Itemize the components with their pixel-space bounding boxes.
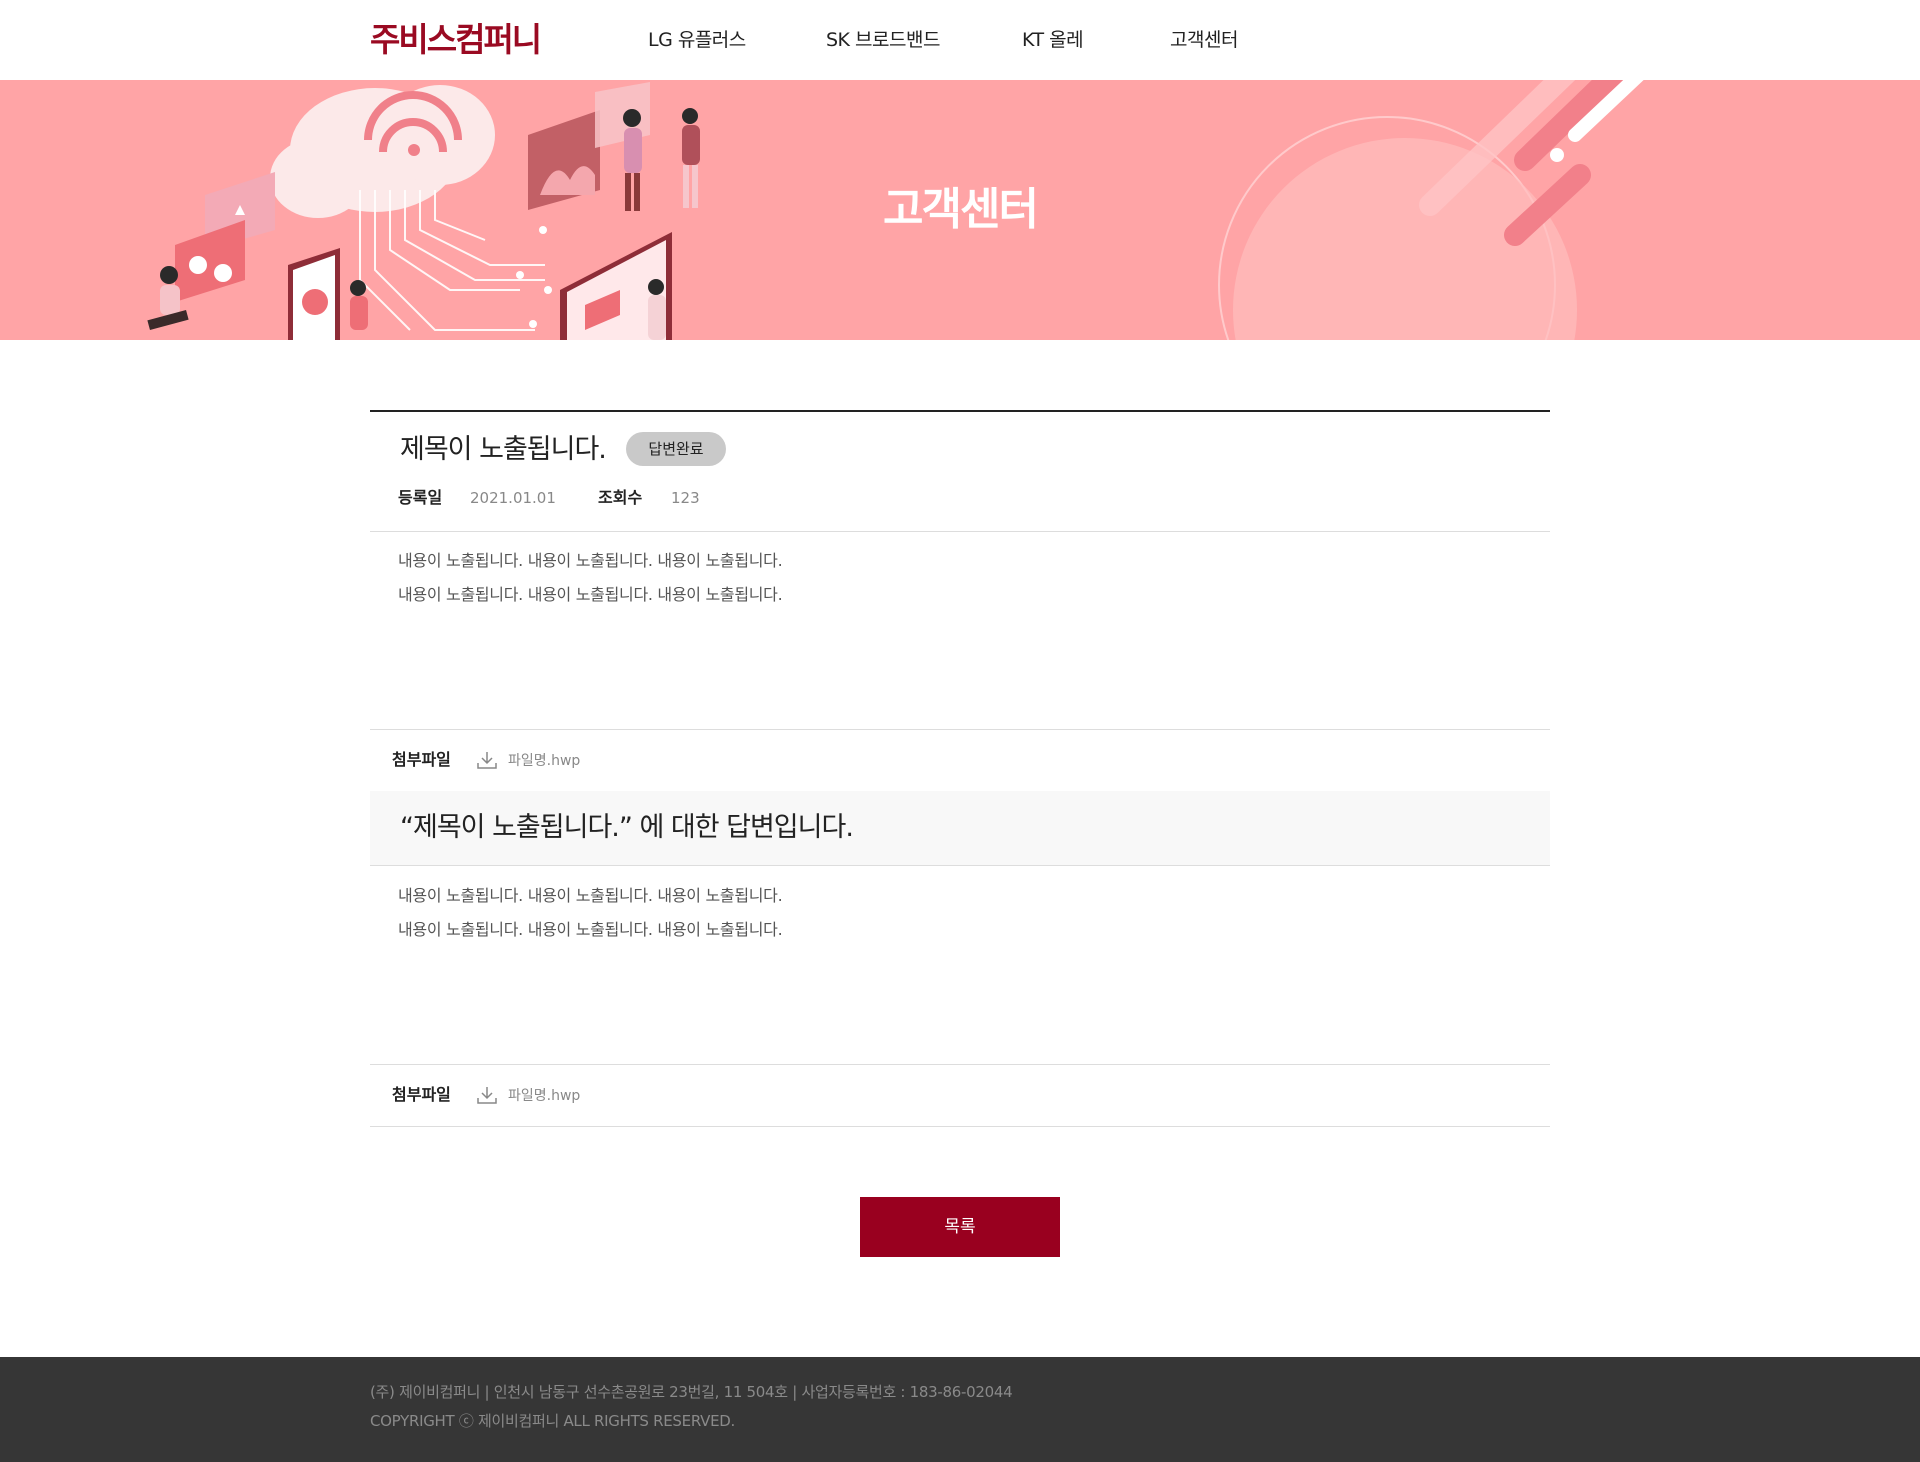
company-info: (주) 제이비컴퍼니 | 인천시 남동구 선수촌공원로 23번길, 11 504… [370, 1383, 1013, 1401]
banner-title: 고객센터 [883, 184, 1039, 235]
download-icon[interactable] [476, 749, 498, 771]
site-logo[interactable]: 주비스컴퍼니 [370, 18, 542, 62]
divider [370, 1064, 1550, 1065]
page-banner: 고객센터 [0, 80, 1920, 340]
divider [370, 410, 1550, 412]
nav-item-lg-uplus[interactable]: LG 유플러스 [648, 0, 746, 80]
site-footer: (주) 제이비컴퍼니 | 인천시 남동구 선수촌공원로 23번길, 11 504… [0, 1357, 1920, 1462]
date-value: 2021.01.01 [470, 489, 556, 507]
answer-header: “제목이 노출됩니다.” 에 대한 답변입니다. [370, 791, 1550, 866]
divider [370, 729, 1550, 730]
post-title: 제목이 노출됩니다. [400, 434, 607, 465]
nav-item-sk-broadband[interactable]: SK 브로드밴드 [826, 0, 940, 80]
attach-label: 첨부파일 [392, 750, 451, 769]
status-badge: 답변완료 [626, 432, 726, 466]
views-value: 123 [671, 489, 700, 507]
answer-title: “제목이 노출됩니다.” 에 대한 답변입니다. [400, 812, 854, 843]
list-button[interactable]: 목록 [860, 1197, 1060, 1257]
attach-label: 첨부파일 [392, 1085, 451, 1104]
answer-body-line: 내용이 노출됩니다. 내용이 노출됩니다. 내용이 노출됩니다. [398, 886, 783, 905]
nav-item-kt-olleh[interactable]: KT 올레 [1022, 0, 1084, 80]
views-label: 조회수 [598, 488, 643, 507]
date-label: 등록일 [398, 488, 443, 507]
download-icon[interactable] [476, 1084, 498, 1106]
copyright: COPYRIGHT ⓒ 제이비컴퍼니 ALL RIGHTS RESERVED. [370, 1412, 735, 1430]
divider [370, 531, 1550, 532]
divider [370, 1126, 1550, 1127]
nav-item-customer-center[interactable]: 고객센터 [1170, 0, 1238, 80]
post-body-line: 내용이 노출됩니다. 내용이 노출됩니다. 내용이 노출됩니다. [398, 551, 783, 570]
site-header: 주비스컴퍼니 LG 유플러스 SK 브로드밴드 KT 올레 고객센터 [0, 0, 1920, 80]
attachment-link[interactable]: 파일명.hwp [508, 749, 580, 773]
answer-body-line: 내용이 노출됩니다. 내용이 노출됩니다. 내용이 노출됩니다. [398, 920, 783, 939]
attachment-link[interactable]: 파일명.hwp [508, 1084, 580, 1108]
post-body-line: 내용이 노출됩니다. 내용이 노출됩니다. 내용이 노출됩니다. [398, 585, 783, 604]
